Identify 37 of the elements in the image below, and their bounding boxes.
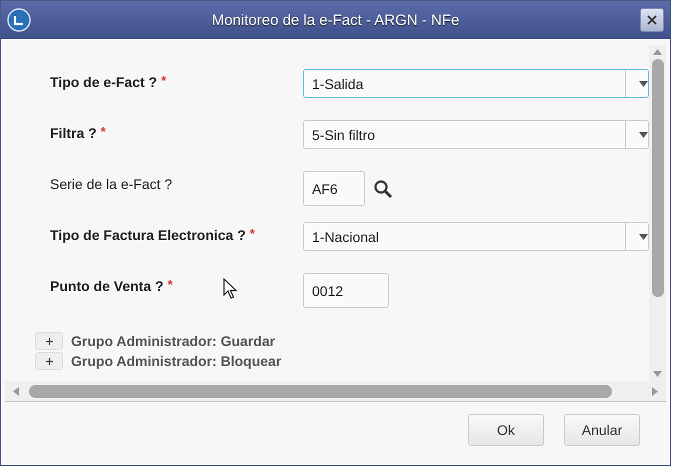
expand-button[interactable] (35, 332, 63, 350)
field-label: Tipo de e-Fact ? (50, 73, 158, 90)
horizontal-scrollbar[interactable] (5, 381, 666, 401)
dropdown[interactable]: 1-Salida (303, 69, 649, 98)
required-mark: * (168, 276, 173, 292)
window-title: Monitoreo de la e-Fact - ARGN - NFe (210, 12, 460, 28)
required-mark: * (161, 72, 166, 88)
dropdown-arrow-icon (639, 234, 648, 240)
dropdown-arrow-icon (639, 80, 648, 86)
required-mark: * (100, 123, 106, 139)
input-field[interactable]: 0012 (303, 273, 389, 308)
plus-icon (46, 338, 52, 344)
expand-button[interactable] (35, 352, 63, 370)
app-icon (7, 8, 31, 32)
scroll-up-icon[interactable] (653, 49, 662, 55)
scroll-down-icon[interactable] (653, 371, 662, 377)
field-label: Filtra ? (50, 124, 97, 141)
dropdown[interactable]: 1-Nacional (303, 222, 649, 251)
vertical-scrollbar[interactable] (649, 45, 666, 381)
mouse-cursor-icon (223, 278, 237, 300)
field-label: Punto de Venta ? (50, 277, 164, 294)
field-label: Tipo de Factura Electronica ? (50, 226, 246, 243)
dialog-button[interactable]: Ok (468, 414, 544, 446)
group-title[interactable]: Grupo Administrador: Bloquear (71, 352, 282, 370)
search-icon[interactable] (373, 178, 393, 198)
scroll-right-icon[interactable] (652, 386, 658, 396)
dropdown-arrow-icon (639, 132, 648, 138)
required-mark: * (250, 225, 255, 241)
input-field[interactable]: AF6 (303, 171, 365, 206)
group-title[interactable]: Grupo Administrador: Guardar (71, 332, 276, 350)
field-label: Serie de la e-Fact ? (50, 175, 172, 192)
plus-icon (46, 358, 52, 364)
dialog-button[interactable]: Anular (564, 414, 640, 446)
close-button[interactable] (640, 8, 664, 32)
dropdown[interactable]: 5-Sin filtro (303, 120, 649, 149)
close-icon (647, 15, 657, 25)
scroll-left-icon[interactable] (13, 386, 19, 396)
